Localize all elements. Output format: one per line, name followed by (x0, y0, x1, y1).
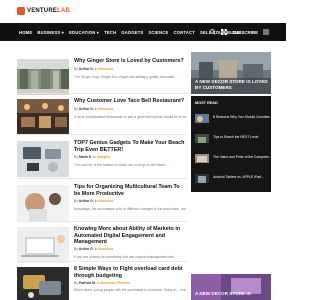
logo-icon (17, 7, 25, 15)
most-read-item[interactable]: 8 Reasons Why You Should Consider... (195, 110, 272, 126)
nav-home[interactable]: HOME (19, 30, 32, 35)
most-read-thumbnail[interactable] (195, 172, 209, 183)
most-read-title[interactable]: 8 Reasons Why You Should Consider... (213, 115, 272, 119)
most-read-widget: MOST READ 8 Reasons Why You Should Consi… (191, 96, 272, 192)
most-read-thumbnail[interactable] (195, 152, 209, 163)
nav-gadgets[interactable]: GADGETS (121, 30, 143, 35)
divider (17, 261, 187, 262)
article-excerpt: A lot of sophisticated restaurants to se… (74, 115, 186, 119)
most-read-item[interactable]: Android Tablets vs. APPLE iPad... (195, 170, 269, 186)
most-read-title[interactable]: The Value and Pride of the Computer... (213, 155, 272, 159)
nav-science[interactable]: SCIENCE (148, 30, 168, 35)
article-excerpt: Nowadays, the advantages a lot of differ… (74, 207, 186, 211)
article-card[interactable]: Why Customer Love Taco Bell Restaurant? … (17, 98, 187, 138)
article-meta: By Arthur G. in Business (74, 107, 114, 111)
most-read-title[interactable]: Android Tablets vs. APPLE iPad... (213, 175, 264, 179)
most-read-item[interactable]: The Value and Pride of the Computer... (195, 150, 272, 166)
banner-title[interactable]: A NEW DECOR STORE IS (195, 291, 251, 296)
article-meta: By Maria K. in Gadgets (74, 155, 111, 159)
article-excerpt: When users' young people with the purcha… (74, 288, 186, 292)
article-excerpt: The summer is the season in which we cou… (74, 163, 169, 167)
hamburger-menu-icon[interactable] (263, 29, 269, 35)
most-read-heading: MOST READ (195, 101, 218, 105)
divider (17, 221, 187, 222)
article-card[interactable]: Why Ginger Store is Loved by Customers? … (17, 58, 187, 98)
article-title[interactable]: Why Ginger Store is Loved by Customers? (74, 58, 186, 65)
divider (17, 93, 187, 94)
header-bar: VENTURELAB (0, 0, 286, 22)
article-meta: By Arthur G. in Business (74, 199, 114, 203)
article-card[interactable]: Tips for Organizing Multicultural Team T… (17, 184, 187, 224)
search-icon[interactable] (210, 29, 216, 35)
article-thumbnail[interactable] (17, 267, 69, 300)
article-thumbnail[interactable] (17, 59, 69, 95)
article-thumbnail[interactable] (17, 185, 69, 221)
article-card[interactable]: Knowing More about Ability of Marketo in… (17, 226, 187, 266)
most-read-thumbnail[interactable] (195, 132, 209, 143)
article-excerpt: If you are looking for something that ca… (74, 255, 177, 259)
article-thumbnail[interactable] (17, 227, 69, 263)
site-logo[interactable]: VENTURELAB (17, 7, 70, 15)
main-nav: HOME BUSINESS ▾ EDUCATION ▾ TECH GADGETS… (0, 23, 286, 41)
banner-title[interactable]: A NEW DECOR STORE IS LOVED BY CUSTOMERS (195, 79, 271, 90)
article-meta: By Arthur G. in Business (74, 247, 114, 251)
article-meta: By Arthur G. in Business (74, 67, 114, 71)
sidebar-banner[interactable]: A NEW DECOR STORE IS LOVED BY CUSTOMERS (191, 52, 271, 94)
grid-menu-icon[interactable] (221, 29, 228, 35)
article-card[interactable]: TOP7 Genius Gadgets To Make Your Beach T… (17, 140, 187, 180)
nav-contact[interactable]: CONTACT (173, 30, 195, 35)
most-read-title[interactable]: Tips to Reach the NEXT Level (213, 135, 258, 139)
article-thumbnail[interactable] (17, 99, 69, 135)
article-meta: By Patricia M. in Business, Finance (74, 281, 131, 285)
most-read-item[interactable]: Tips to Reach the NEXT Level (195, 130, 269, 146)
nav-business[interactable]: BUSINESS ▾ (37, 30, 64, 35)
article-title[interactable]: 8 Simple Ways to Fight overload card deb… (74, 266, 186, 279)
article-title[interactable]: Why Customer Love Taco Bell Restaurant? (74, 98, 186, 105)
sidebar-banner[interactable]: A NEW DECOR STORE IS (191, 274, 271, 300)
article-title[interactable]: Knowing More about Ability of Marketo in… (74, 226, 186, 246)
article-excerpt: The Ginger Guys Ginger Eco Vegan has sel… (74, 75, 178, 79)
article-title[interactable]: TOP7 Genius Gadgets To Make Your Beach T… (74, 140, 186, 153)
divider (17, 178, 187, 179)
most-read-thumbnail[interactable] (195, 112, 209, 123)
article-thumbnail[interactable] (17, 141, 69, 177)
nav-tech[interactable]: TECH (104, 30, 116, 35)
divider (17, 134, 187, 135)
nav-education[interactable]: EDUCATION ▾ (69, 30, 99, 35)
article-title[interactable]: Tips for Organizing Multicultural Team T… (74, 184, 186, 197)
article-card[interactable]: 8 Simple Ways to Fight overload card deb… (17, 266, 187, 300)
subscribe-button[interactable]: SUBSCRIBE (232, 30, 258, 35)
